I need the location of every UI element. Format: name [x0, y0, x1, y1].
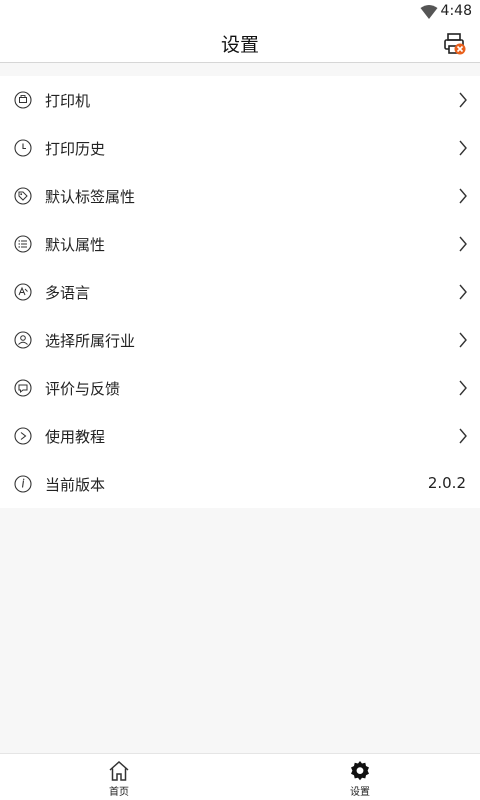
tab-home[interactable]: 首页 [89, 760, 149, 798]
tutorial-icon [14, 427, 32, 445]
chevron-right-icon [459, 380, 467, 396]
settings-list: 打印机 打印历史 默认标签属性 默认属性 多语言 选择所属行业 评价与反馈 使用… [0, 76, 480, 508]
chevron-right-icon [459, 140, 467, 156]
version-value: 2.0.2 [427, 474, 466, 492]
chevron-right-icon [459, 284, 467, 300]
app-header: 设置 [0, 24, 480, 63]
menu-item-default-label-properties[interactable]: 默认标签属性 [0, 172, 480, 220]
tab-settings[interactable]: 设置 [330, 760, 390, 798]
menu-item-select-industry[interactable]: 选择所属行业 [0, 316, 480, 364]
menu-item-tutorial[interactable]: 使用教程 [0, 412, 480, 460]
gear-icon [351, 761, 369, 781]
printer-globe-icon [14, 91, 32, 109]
menu-item-label: 多语言 [45, 284, 91, 302]
page-title: 设置 [220, 34, 259, 56]
wifi-icon [420, 5, 438, 19]
bottom-tab-bar: 首页 设置 [0, 753, 480, 800]
menu-item-label: 当前版本 [45, 476, 106, 494]
chevron-right-icon [459, 332, 467, 348]
menu-item-label: 评价与反馈 [45, 380, 121, 398]
menu-item-feedback[interactable]: 评价与反馈 [0, 364, 480, 412]
menu-item-label: 默认属性 [45, 236, 106, 254]
menu-item-label: 打印历史 [45, 140, 106, 158]
tab-label: 首页 [109, 787, 129, 798]
list-icon [14, 235, 32, 253]
menu-item-label: 打印机 [45, 92, 91, 110]
chevron-right-icon [459, 428, 467, 444]
info-icon [14, 475, 32, 493]
status-time: 4:48 [440, 3, 472, 19]
home-icon [109, 760, 129, 781]
chevron-right-icon [459, 92, 467, 108]
industry-icon [14, 331, 32, 349]
menu-item-current-version: 当前版本 2.0.2 [0, 460, 480, 508]
menu-item-default-properties[interactable]: 默认属性 [0, 220, 480, 268]
status-bar: 4:48 [0, 0, 480, 24]
menu-item-language[interactable]: 多语言 [0, 268, 480, 316]
menu-item-label: 默认标签属性 [45, 188, 136, 206]
tag-icon [14, 187, 32, 205]
language-icon [14, 283, 32, 301]
chevron-right-icon [459, 188, 467, 204]
chevron-right-icon [459, 236, 467, 252]
clock-icon [14, 139, 32, 157]
feedback-icon [14, 379, 32, 397]
menu-item-print-history[interactable]: 打印历史 [0, 124, 480, 172]
tab-label: 设置 [350, 787, 370, 798]
menu-item-printer[interactable]: 打印机 [0, 76, 480, 124]
printer-error-icon[interactable] [444, 33, 466, 55]
menu-item-label: 使用教程 [45, 428, 106, 446]
menu-item-label: 选择所属行业 [45, 332, 136, 350]
